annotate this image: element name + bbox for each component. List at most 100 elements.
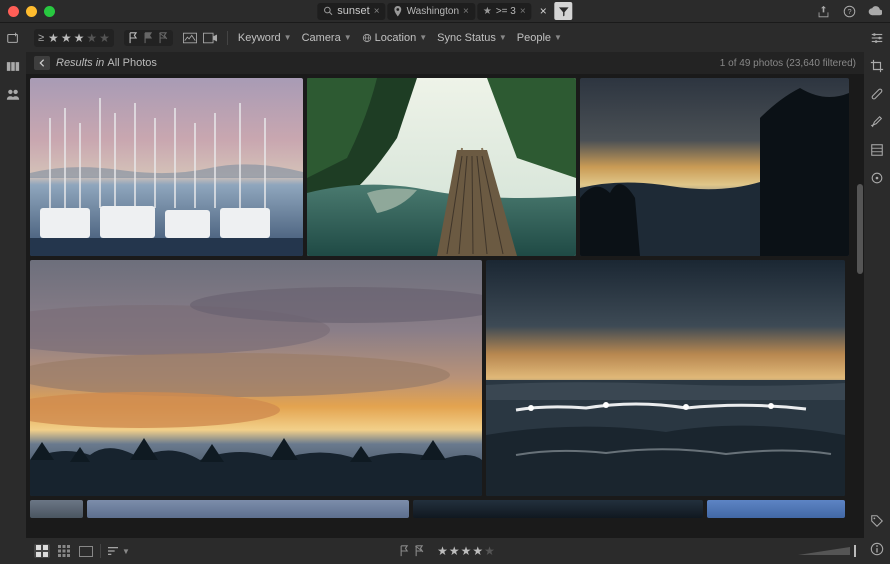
people-dropdown[interactable]: People▼ (517, 32, 562, 44)
grid-small-icon (58, 545, 70, 557)
thumbnail-image (30, 78, 303, 256)
flag-filter[interactable] (124, 30, 173, 46)
flag-unflagged-icon (143, 32, 154, 44)
square-grid-view-button[interactable] (56, 544, 72, 558)
flag-pick-icon (128, 32, 139, 44)
filter-toggle-button[interactable] (555, 2, 573, 20)
bottom-rating-controls: ★ ★ ★ ★ ★ (395, 543, 495, 559)
brush-panel-button[interactable] (870, 115, 884, 129)
star-icon: ★ (74, 31, 85, 45)
chevron-down-icon: ▼ (499, 33, 507, 42)
photo-thumbnail[interactable] (30, 260, 482, 496)
scrollbar-thumb[interactable] (857, 184, 863, 274)
maximize-window-button[interactable] (44, 6, 55, 17)
close-window-button[interactable] (8, 6, 19, 17)
chip-label: sunset (337, 5, 369, 17)
detail-icon (79, 546, 93, 557)
chip-remove-icon[interactable]: × (463, 6, 469, 17)
info-icon (870, 542, 884, 556)
radial-panel-button[interactable] (870, 171, 884, 185)
star-icon: ★ (99, 31, 110, 45)
results-target: All Photos (107, 57, 157, 69)
filter-toolbar: ≥ ★ ★ ★ ★ ★ Keyword▼ Camera▼ Location (26, 22, 864, 52)
crop-panel-button[interactable] (870, 59, 884, 73)
pin-icon (394, 6, 403, 17)
bandage-icon (870, 87, 884, 101)
rating-control[interactable]: ★ ★ ★ ★ ★ (437, 544, 495, 558)
flag-pick-icon (399, 545, 410, 557)
chevron-down-icon: ▼ (554, 33, 562, 42)
title-bar-actions: ? (816, 4, 882, 18)
linear-gradient-icon (870, 143, 884, 157)
photo-thumbnail[interactable] (707, 500, 845, 518)
keyword-dropdown[interactable]: Keyword▼ (238, 32, 292, 44)
location-dropdown[interactable]: Location▼ (362, 32, 428, 44)
search-chip-location[interactable]: Washington × (388, 3, 475, 20)
sort-dropdown[interactable]: ▼ (107, 546, 130, 556)
title-bar: sunset × Washington × ★ >= 3 × × ? (0, 0, 890, 22)
photo-thumbnail[interactable] (30, 500, 83, 518)
my-photos-button[interactable] (6, 59, 20, 73)
chip-label: >= 3 (496, 6, 516, 17)
search-chip-keyword[interactable]: sunset × (317, 3, 385, 20)
photo-thumbnail[interactable] (486, 260, 845, 496)
chip-remove-icon[interactable]: × (374, 6, 380, 17)
rating-filter[interactable]: ≥ ★ ★ ★ ★ ★ (34, 29, 114, 47)
photo-thumbnail[interactable] (87, 500, 409, 518)
info-panel-button[interactable] (870, 542, 884, 556)
search-icon (323, 6, 333, 16)
sync-status-dropdown[interactable]: Sync Status▼ (437, 32, 507, 44)
edit-panel-button[interactable] (870, 31, 884, 45)
sharing-button[interactable] (6, 87, 20, 101)
results-bar: Results in All Photos 1 of 49 photos (23… (26, 52, 864, 74)
photo-thumbnail[interactable] (30, 78, 303, 256)
sliders-icon (870, 31, 884, 45)
cloud-sync-button[interactable] (868, 4, 882, 18)
flag-controls[interactable] (395, 543, 429, 559)
photo-thumbnail[interactable] (413, 500, 703, 518)
divider (227, 31, 228, 45)
brush-icon (870, 115, 884, 129)
star-icon: ★ (449, 544, 460, 558)
flag-reject-icon (414, 545, 425, 557)
flag-reject-icon (158, 32, 169, 44)
video-type-icon (203, 32, 217, 44)
photo-thumbnail[interactable] (580, 78, 849, 256)
view-mode-switcher (34, 544, 94, 558)
results-prefix: Results in (56, 57, 107, 69)
share-icon (817, 5, 830, 18)
add-photos-button[interactable] (6, 31, 20, 45)
star-icon: ★ (61, 31, 72, 45)
bottom-toolbar: ▼ ★ ★ ★ ★ ★ (26, 538, 864, 564)
dropdown-label: People (517, 32, 551, 44)
photo-grid[interactable] (26, 74, 864, 538)
star-icon: ★ (461, 544, 472, 558)
share-button[interactable] (816, 4, 830, 18)
gradient-panel-button[interactable] (870, 143, 884, 157)
thumbnail-size-slider[interactable] (798, 546, 850, 556)
chip-remove-icon[interactable]: × (520, 6, 526, 17)
healing-panel-button[interactable] (870, 87, 884, 101)
camera-dropdown[interactable]: Camera▼ (302, 32, 352, 44)
minimize-window-button[interactable] (26, 6, 37, 17)
back-button[interactable] (34, 56, 50, 70)
photo-thumbnail[interactable] (307, 78, 576, 256)
divider (100, 544, 101, 558)
keywords-panel-button[interactable] (870, 514, 884, 528)
dropdown-label: Location (375, 32, 417, 44)
crop-icon (870, 59, 884, 73)
search-chip-rating[interactable]: ★ >= 3 × (477, 3, 532, 20)
star-icon: ★ (437, 544, 448, 558)
back-icon (37, 58, 47, 68)
compare-view-button[interactable] (78, 544, 94, 558)
photo-grid-view-button[interactable] (34, 544, 50, 558)
chip-label: Washington (407, 6, 459, 17)
scrollbar[interactable] (857, 74, 863, 538)
slider-handle[interactable] (854, 545, 856, 557)
svg-text:?: ? (847, 6, 851, 15)
tag-icon (870, 514, 884, 528)
type-filter[interactable] (183, 32, 217, 44)
help-button[interactable]: ? (842, 4, 856, 18)
thumbnail-image (580, 78, 849, 256)
clear-search-button[interactable]: × (534, 4, 553, 18)
